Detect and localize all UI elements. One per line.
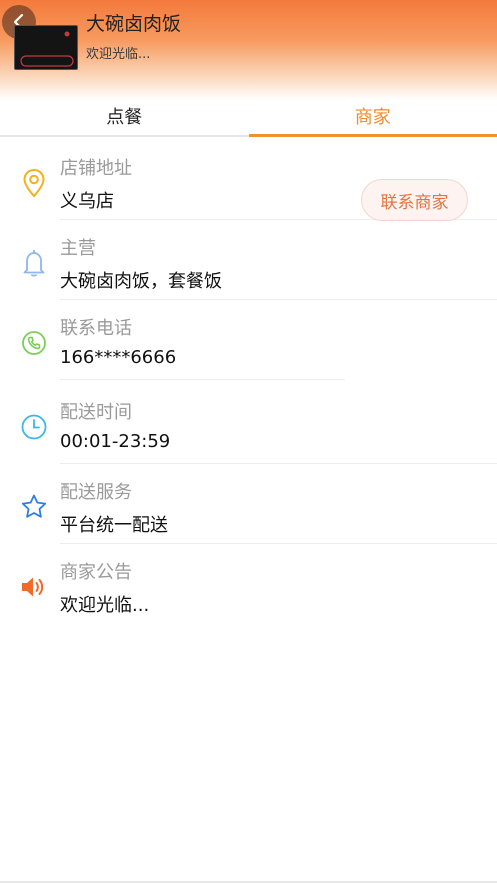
info-row-main-business: 主营 大碗卤肉饭，套餐饭 <box>0 220 497 300</box>
row-divider <box>60 379 345 380</box>
phone-icon <box>20 328 48 358</box>
phone-value: 166****6666 <box>60 347 177 368</box>
main-business-label: 主营 <box>60 238 96 259</box>
address-label: 店铺地址 <box>60 158 132 179</box>
shop-header: 大碗卤肉饭 欢迎光临... <box>0 0 497 100</box>
tab-order[interactable]: 点餐 <box>0 100 249 135</box>
delivery-time-label: 配送时间 <box>60 402 132 423</box>
star-icon <box>20 492 48 522</box>
address-value: 义乌店 <box>60 191 114 212</box>
speaker-icon <box>20 572 48 602</box>
tab-bar: 点餐 商家 <box>0 100 497 137</box>
phone-label: 联系电话 <box>60 318 132 339</box>
shop-logo <box>14 25 78 70</box>
shop-welcome-text: 欢迎光临... <box>86 47 151 62</box>
info-row-delivery-service: 配送服务 平台统一配送 <box>0 464 497 544</box>
tab-order-label: 点餐 <box>106 106 143 128</box>
delivery-service-value: 平台统一配送 <box>60 515 168 536</box>
location-pin-icon <box>20 168 48 198</box>
info-row-notice: 商家公告 欢迎光临... <box>0 544 497 624</box>
main-business-value: 大碗卤肉饭，套餐饭 <box>60 271 222 292</box>
contact-merchant-button[interactable]: 联系商家 <box>361 179 468 221</box>
delivery-time-value: 00:01-23:59 <box>60 431 171 452</box>
notice-label: 商家公告 <box>60 562 132 583</box>
notice-value: 欢迎光临... <box>60 595 150 616</box>
tab-merchant[interactable]: 商家 <box>248 100 497 137</box>
info-row-delivery-time: 配送时间 00:01-23:59 <box>0 384 497 464</box>
shop-name: 大碗卤肉饭 <box>86 13 182 35</box>
info-row-phone: 联系电话 166****6666 <box>0 300 497 380</box>
delivery-service-label: 配送服务 <box>60 482 132 503</box>
tab-merchant-label: 商家 <box>354 106 391 128</box>
bell-icon <box>20 248 48 278</box>
clock-icon <box>20 412 48 442</box>
